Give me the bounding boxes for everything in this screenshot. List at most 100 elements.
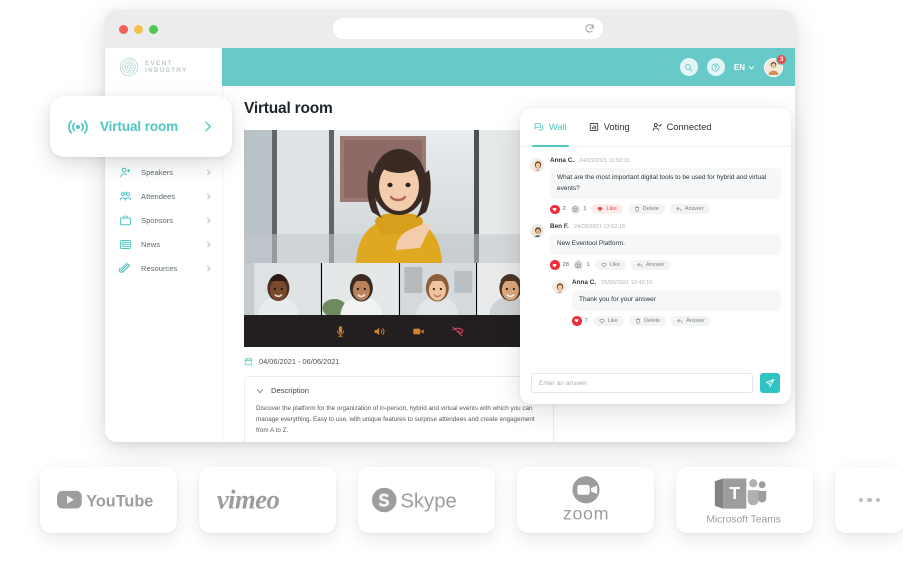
search-icon	[685, 63, 693, 71]
ben-avatar-icon	[531, 225, 543, 238]
participant-thumbnail[interactable]	[321, 263, 399, 315]
brand-line-2: INDUSTRY	[145, 67, 188, 74]
maximize-button[interactable]	[149, 24, 158, 34]
message-body: Anna C. 25/03/2021 12:42:15 Thank you fo…	[572, 279, 781, 326]
integrations-row: YouTube vimeo Skype zoom T Microsoft Tea…	[40, 467, 903, 533]
sidebar-item-label: Attendees	[141, 191, 176, 201]
heart-icon	[601, 263, 607, 268]
main-video-feed[interactable]	[244, 130, 554, 263]
message-text: What are the most important digital tool…	[550, 168, 781, 200]
integration-card-vimeo[interactable]: vimeo	[199, 467, 336, 533]
heart-reaction-icon	[550, 204, 560, 215]
description-header[interactable]: Description	[256, 386, 542, 395]
video-card	[244, 130, 554, 347]
microsoft-teams-logo: T Microsoft Teams	[706, 478, 781, 526]
svg-text:YouTube: YouTube	[86, 493, 153, 511]
tab-voting[interactable]: Voting	[589, 108, 630, 147]
like-button[interactable]: Like	[594, 260, 626, 271]
trash-icon	[635, 318, 641, 324]
answer-button[interactable]: Answer	[669, 204, 710, 215]
broadcast-wifi-icon	[68, 119, 88, 134]
minimize-button[interactable]	[134, 24, 143, 34]
message-actions: 7 Like Delete Answer	[572, 315, 781, 326]
sidebar-item-resources[interactable]: Resources	[105, 256, 222, 280]
camera-icon[interactable]	[412, 325, 425, 338]
reaction-count: 1	[586, 262, 590, 269]
sidebar-item-sponsors[interactable]: Sponsors	[105, 208, 222, 232]
briefcase-icon	[120, 215, 131, 225]
answer-input[interactable]	[531, 373, 753, 393]
message-header: Anna C. 25/03/2021 12:42:15	[572, 279, 781, 286]
brand-name: EVENT INDUSTRY	[145, 60, 188, 75]
integration-card-youtube[interactable]: YouTube	[40, 467, 177, 533]
sidebar-item-news[interactable]: News	[105, 232, 222, 256]
reaction-heart[interactable]: 7	[572, 316, 588, 326]
sidebar-item-attendees[interactable]: Attendees	[105, 184, 222, 208]
reply-icon	[677, 318, 683, 324]
integration-card-more[interactable]	[835, 467, 903, 533]
delete-label: Delete	[644, 317, 661, 324]
message-item: Anna C. 24/03/2021 11:50:31 What are the…	[530, 157, 781, 215]
reaction-count: 28	[562, 262, 569, 269]
virtual-room-highlight-card[interactable]: Virtual room	[50, 96, 232, 157]
message-timestamp: 24/03/2021 13:52:15	[573, 224, 626, 231]
chevron-down-icon	[256, 388, 264, 393]
search-button[interactable]	[679, 58, 698, 76]
answer-composer	[520, 365, 791, 404]
brand-logo[interactable]: EVENT INDUSTRY	[105, 48, 222, 86]
microphone-icon[interactable]	[334, 325, 347, 338]
reaction-count: 1	[583, 206, 587, 213]
message-actions: 2 1 Like Delete Answer	[550, 204, 781, 215]
screenshot-root: EVENT INDUSTRY Home	[0, 0, 903, 562]
address-bar[interactable]	[333, 18, 603, 39]
svg-text:Microsoft Teams: Microsoft Teams	[706, 515, 781, 526]
spiral-logo-icon	[119, 57, 139, 77]
tab-wall[interactable]: Wall	[532, 108, 569, 147]
delete-button[interactable]: Delete	[629, 315, 667, 326]
help-button[interactable]	[706, 58, 725, 76]
language-label: EN	[733, 62, 745, 72]
description-body: Discover the platform for the organizati…	[256, 405, 535, 434]
reply-icon	[676, 207, 682, 212]
message-list[interactable]: Anna C. 24/03/2021 11:50:31 What are the…	[520, 147, 791, 365]
close-button[interactable]	[119, 24, 128, 34]
svg-text:T: T	[729, 483, 740, 503]
wall-panel: Wall Voting Connected Anna C. 24/03/2021…	[520, 108, 791, 404]
answer-label: Answer	[686, 317, 705, 324]
integration-card-zoom[interactable]: zoom	[517, 467, 654, 533]
attendees-group-icon	[119, 191, 132, 200]
answer-button[interactable]: Answer	[671, 315, 711, 326]
user-menu[interactable]: 3	[764, 53, 787, 77]
answer-button[interactable]: Answer	[630, 260, 671, 271]
zoom-logo: zoom	[562, 476, 608, 524]
sidebar-item-speakers[interactable]: Speakers	[105, 160, 222, 184]
reply-icon	[637, 263, 643, 268]
tab-connected[interactable]: Connected	[652, 108, 712, 147]
message-body: Ben F. 24/03/2021 13:52:15 New Eventool …	[550, 223, 781, 271]
tab-label: Wall	[549, 122, 567, 132]
more-dots-icon	[858, 497, 881, 503]
speaker-icon[interactable]	[373, 325, 386, 338]
participant-thumbnail[interactable]	[244, 263, 321, 315]
heart-reaction-icon	[572, 316, 582, 326]
participant-thumbnail[interactable]	[399, 263, 477, 315]
like-button[interactable]: Like	[591, 204, 623, 215]
svg-text:zoom: zoom	[562, 504, 608, 524]
smile-reaction-icon	[573, 260, 584, 270]
anna-avatar-icon	[531, 159, 543, 171]
reaction-smile[interactable]: 1	[570, 204, 587, 215]
reaction-smile[interactable]: 1	[573, 260, 590, 270]
like-label: Like	[606, 206, 617, 213]
integration-card-skype[interactable]: Skype	[358, 467, 495, 533]
reaction-heart[interactable]: 2	[550, 204, 566, 215]
reload-icon[interactable]	[584, 23, 595, 34]
reaction-heart[interactable]: 28	[550, 260, 569, 270]
message-timestamp: 25/03/2021 12:42:15	[601, 280, 653, 287]
send-button[interactable]	[760, 373, 780, 393]
integration-card-microsoft-teams[interactable]: T Microsoft Teams	[676, 467, 813, 533]
like-button[interactable]: Like	[592, 315, 624, 326]
delete-button[interactable]: Delete	[627, 204, 665, 215]
language-selector[interactable]: EN	[734, 63, 755, 72]
end-call-icon[interactable]	[451, 325, 464, 338]
chevron-right-icon	[207, 241, 211, 247]
